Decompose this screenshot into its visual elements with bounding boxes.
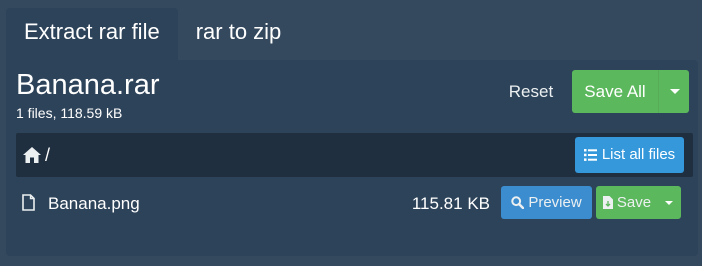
archive-title: Banana.rar xyxy=(16,69,160,101)
save-all-button-group: Save All xyxy=(572,70,689,113)
tab-rar-to-zip[interactable]: rar to zip xyxy=(178,8,300,60)
file-name[interactable]: Banana.png xyxy=(48,193,140,215)
file-save-icon xyxy=(602,196,613,209)
archive-panel: Banana.rar 1 files, 118.59 kB Reset Save… xyxy=(6,60,698,256)
preview-button[interactable]: Preview xyxy=(501,186,592,219)
tab-extract-rar-file[interactable]: Extract rar file xyxy=(6,8,178,60)
caret-down-icon xyxy=(665,201,673,205)
home-icon[interactable] xyxy=(22,146,42,164)
list-all-files-label: List all files xyxy=(601,146,676,163)
tab-bar: Extract rar file rar to zip xyxy=(6,8,299,60)
file-size: 115.81 KB xyxy=(411,194,490,213)
list-icon xyxy=(583,149,597,161)
save-all-button[interactable]: Save All xyxy=(572,70,658,113)
caret-down-icon xyxy=(670,89,680,94)
list-all-files-button[interactable]: List all files xyxy=(575,137,684,173)
save-file-button-group: Save xyxy=(596,186,681,219)
save-file-button[interactable]: Save xyxy=(596,186,658,219)
search-icon xyxy=(511,196,525,209)
reset-button[interactable]: Reset xyxy=(500,74,562,110)
file-row: Banana.png 115.81 KB Preview Save xyxy=(16,184,693,222)
preview-label: Preview xyxy=(528,194,582,211)
save-file-dropdown-toggle[interactable] xyxy=(658,186,681,219)
path-breadcrumb: / xyxy=(45,145,51,165)
archive-meta: 1 files, 118.59 kB xyxy=(16,105,123,121)
save-file-label: Save xyxy=(616,194,652,211)
save-all-dropdown-toggle[interactable] xyxy=(658,70,689,113)
file-icon xyxy=(22,194,35,211)
path-bar: / List all files xyxy=(16,133,693,177)
